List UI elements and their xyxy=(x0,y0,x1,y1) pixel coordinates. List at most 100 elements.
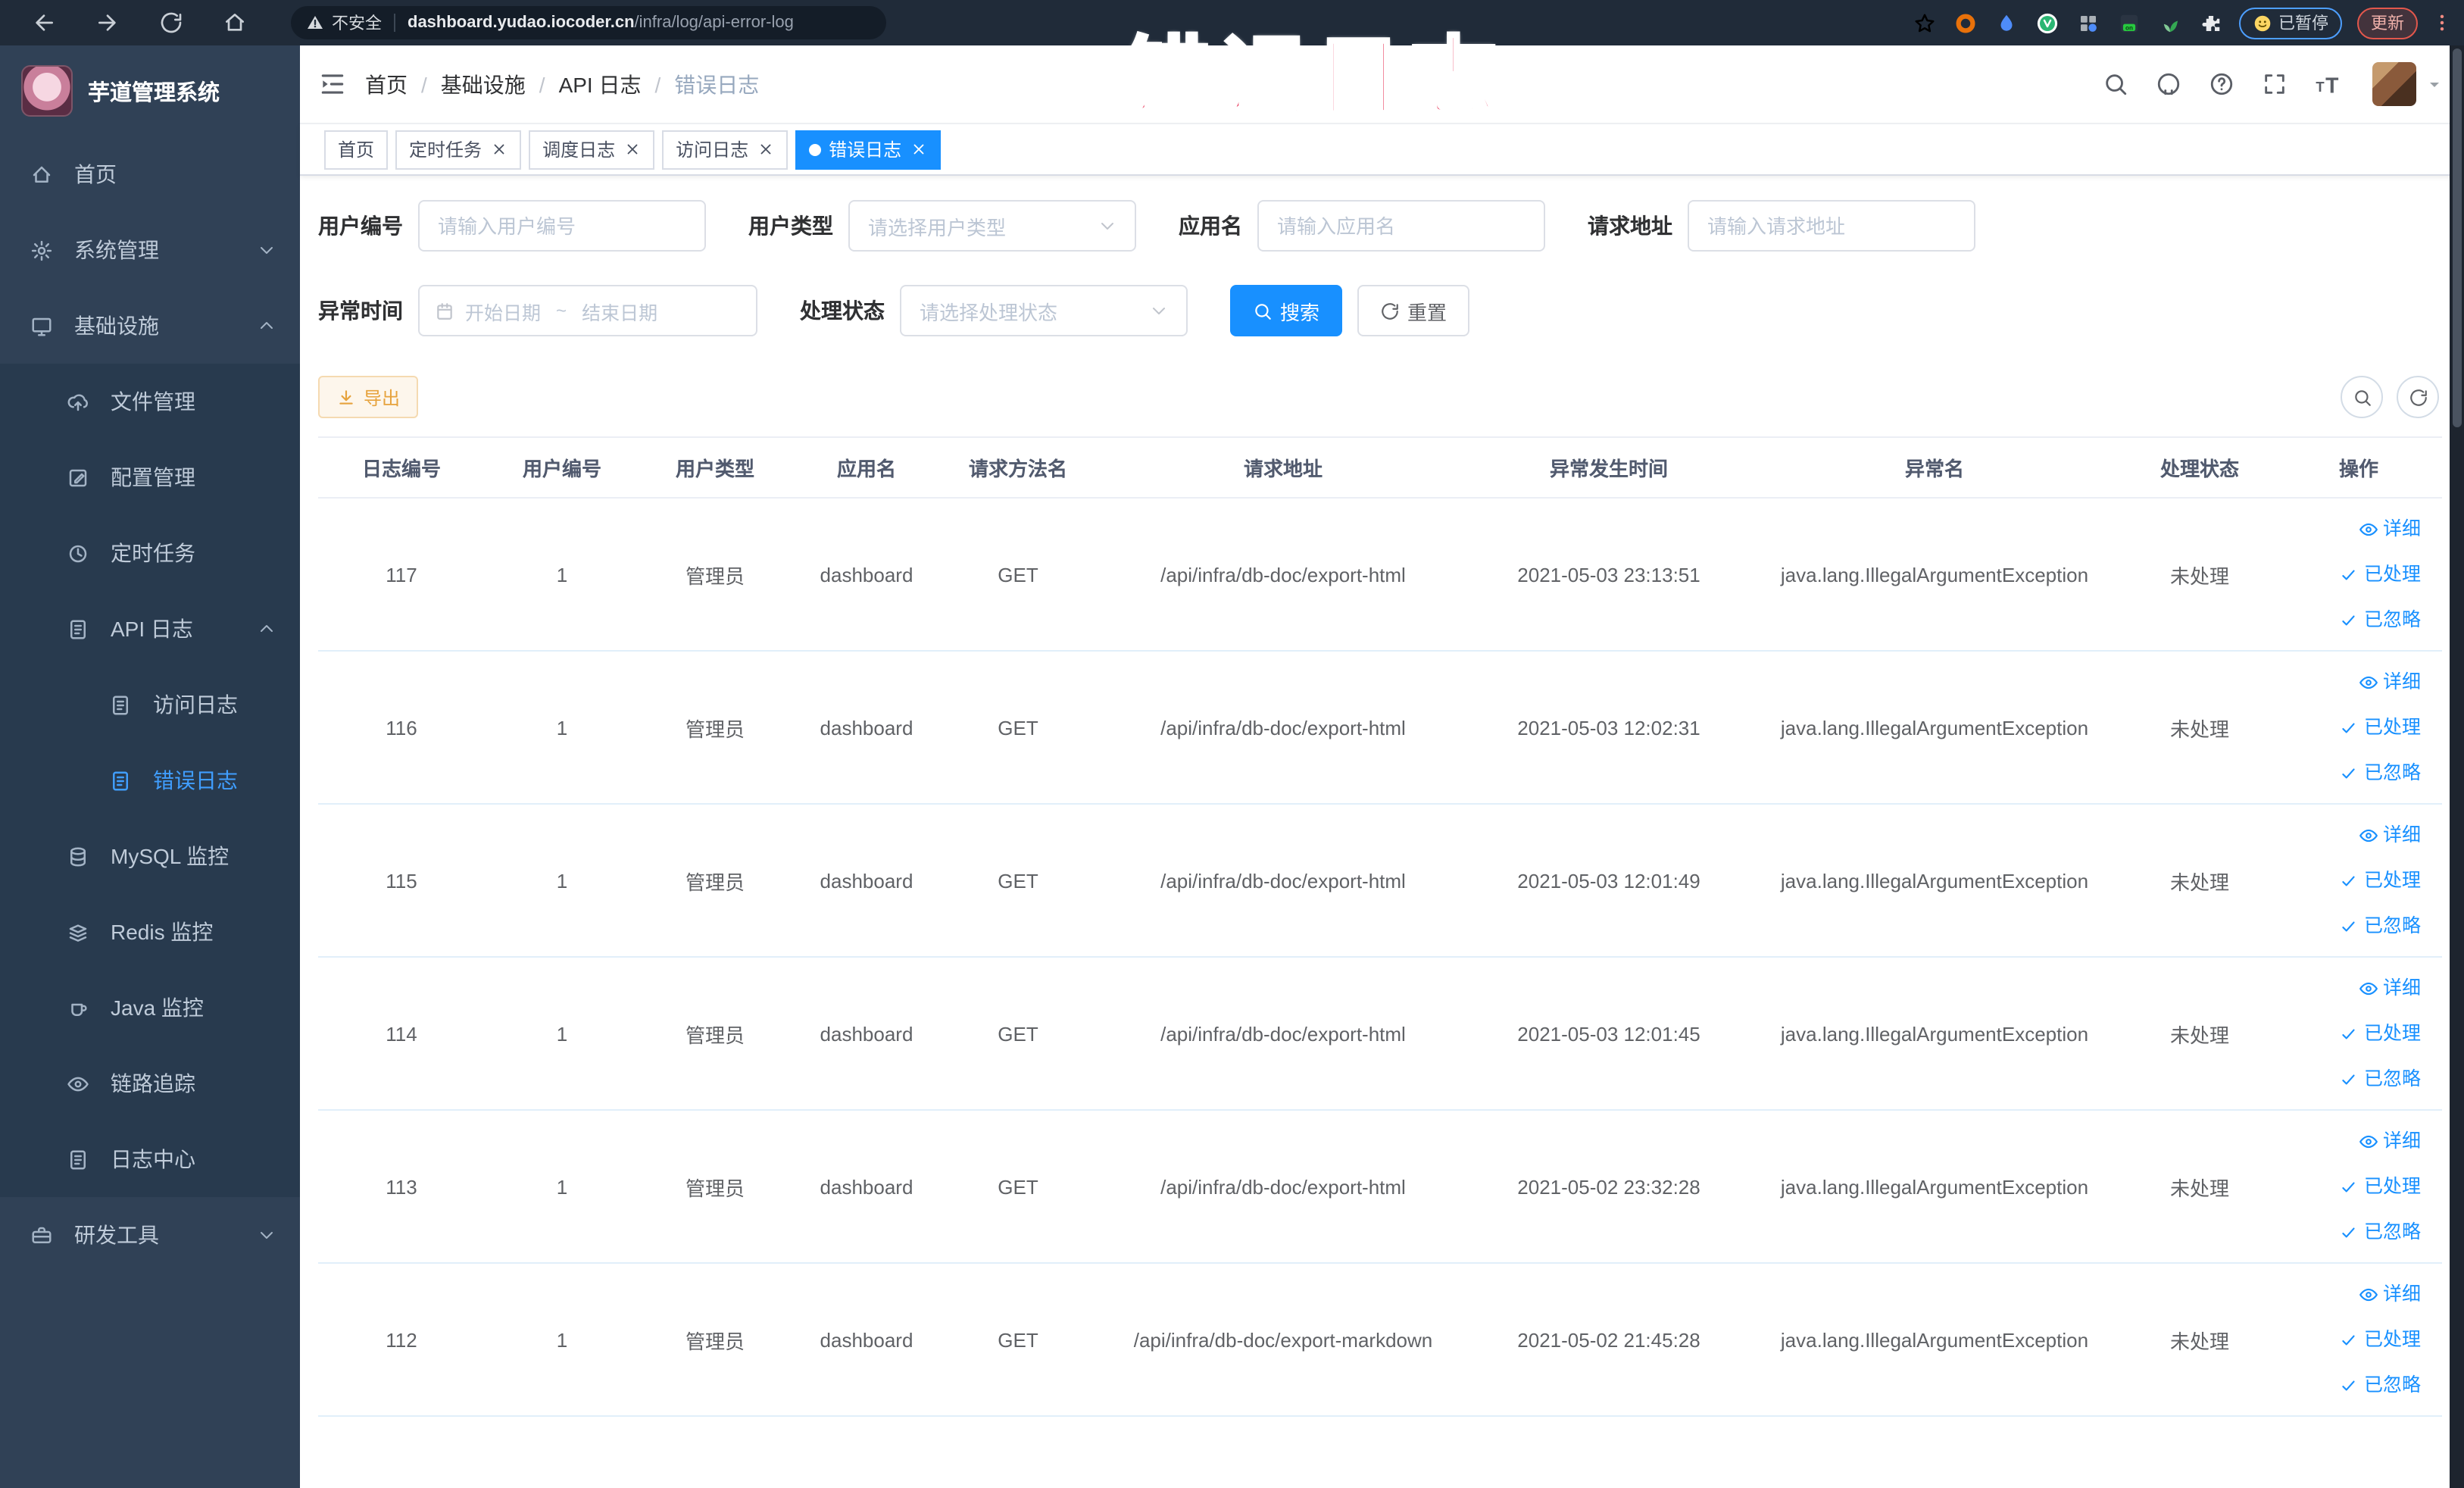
address-bar[interactable]: 不安全 dashboard.yudao.iocoder.cn /infra/lo… xyxy=(291,6,886,39)
extension-grid-icon[interactable] xyxy=(2077,11,2100,34)
action-label: 详细 xyxy=(2382,977,2421,999)
extension-blue-drop-icon[interactable] xyxy=(1995,11,2018,34)
breadcrumb-item[interactable]: 首页 xyxy=(365,69,408,99)
browser-menu-icon[interactable] xyxy=(2431,11,2453,35)
browser-back-button[interactable] xyxy=(32,11,56,35)
close-icon[interactable] xyxy=(624,141,641,158)
fullscreen-icon[interactable] xyxy=(2262,71,2288,97)
sidebar-item-Redis-监控[interactable]: Redis 监控 xyxy=(0,894,300,970)
action-ignored-link[interactable]: 已忽略 xyxy=(2275,1362,2421,1408)
sidebar-item-配置管理[interactable]: 配置管理 xyxy=(0,439,300,515)
breadcrumb-item[interactable]: API 日志 xyxy=(559,69,642,99)
sidebar-item-系统管理[interactable]: 系统管理 xyxy=(0,212,300,288)
header-search-icon[interactable] xyxy=(2103,71,2128,97)
page-scrollbar[interactable] xyxy=(2450,45,2464,1488)
sidebar-logo[interactable]: 芋道管理系统 xyxy=(0,45,300,136)
close-icon[interactable] xyxy=(491,141,507,158)
sidebar-toggle-icon[interactable] xyxy=(318,70,347,98)
not-secure-icon xyxy=(306,14,324,32)
tab-定时任务[interactable]: 定时任务 xyxy=(395,130,522,169)
filter-input-用户编号[interactable] xyxy=(418,200,706,252)
action-detail-link[interactable]: 详细 xyxy=(2275,659,2421,705)
action-processed-link[interactable]: 已处理 xyxy=(2275,552,2421,597)
action-detail-link[interactable]: 详细 xyxy=(2275,812,2421,858)
sidebar-item-日志中心[interactable]: 日志中心 xyxy=(0,1121,300,1197)
cell-status: 未处理 xyxy=(2124,651,2275,805)
action-ignored-link[interactable]: 已忽略 xyxy=(2275,1209,2421,1255)
action-ignored-link[interactable]: 已忽略 xyxy=(2275,903,2421,949)
cell-user_id: 1 xyxy=(485,651,639,805)
action-ignored-link[interactable]: 已忽略 xyxy=(2275,1056,2421,1102)
action-processed-link[interactable]: 已处理 xyxy=(2275,1164,2421,1209)
search-button[interactable]: 搜索 xyxy=(1230,285,1343,336)
action-detail-link[interactable]: 详细 xyxy=(2275,1271,2421,1317)
sidebar-item-Java-监控[interactable]: Java 监控 xyxy=(0,970,300,1046)
sidebar-item-label: Java 监控 xyxy=(111,996,204,1020)
browser-reload-button[interactable] xyxy=(159,11,183,35)
extension-leaf-icon[interactable] xyxy=(2159,11,2181,34)
bookmark-star-icon[interactable] xyxy=(1913,11,1936,34)
paused-badge[interactable]: 已暂停 xyxy=(2239,7,2342,39)
tab-错误日志[interactable]: 错误日志 xyxy=(795,130,942,169)
filter-select-用户类型[interactable]: 请选择用户类型 xyxy=(848,200,1136,252)
sidebar-item-错误日志[interactable]: 错误日志 xyxy=(0,742,300,818)
extension-vue-icon[interactable] xyxy=(2036,11,2059,34)
extension-on-badge-icon[interactable]: on xyxy=(2118,11,2141,34)
action-detail-link[interactable]: 详细 xyxy=(2275,965,2421,1011)
cell-id: 114 xyxy=(318,957,485,1111)
github-icon[interactable] xyxy=(2156,71,2181,97)
check-icon xyxy=(2340,610,2359,630)
log-icon xyxy=(67,617,89,640)
action-processed-link[interactable]: 已处理 xyxy=(2275,705,2421,750)
scrollbar-thumb[interactable] xyxy=(2453,48,2462,427)
sidebar-item-API-日志[interactable]: API 日志 xyxy=(0,591,300,667)
browser-home-button[interactable] xyxy=(223,11,247,35)
sidebar-item-文件管理[interactable]: 文件管理 xyxy=(0,364,300,439)
font-size-icon[interactable]: TT xyxy=(2315,71,2341,97)
breadcrumb-separator: / xyxy=(539,72,545,96)
url-host: dashboard.yudao.iocoder.cn xyxy=(408,14,635,32)
action-detail-link[interactable]: 详细 xyxy=(2275,1118,2421,1164)
sidebar-item-定时任务[interactable]: 定时任务 xyxy=(0,515,300,591)
filter-input-请求地址[interactable] xyxy=(1688,200,1975,252)
check-icon xyxy=(2340,1177,2359,1196)
export-button[interactable]: 导出 xyxy=(318,376,419,418)
refresh-table-button[interactable] xyxy=(2397,376,2439,418)
home-icon xyxy=(30,163,53,186)
column-header: 用户编号 xyxy=(485,437,639,499)
browser-forward-button[interactable] xyxy=(95,11,120,35)
tags-view-bar: 首页 定时任务 调度日志 访问日志 错误日志 xyxy=(300,124,2464,176)
action-processed-link[interactable]: 已处理 xyxy=(2275,858,2421,903)
sidebar-item-MySQL-监控[interactable]: MySQL 监控 xyxy=(0,818,300,894)
sidebar-item-基础设施[interactable]: 基础设施 xyxy=(0,288,300,364)
sidebar-item-访问日志[interactable]: 访问日志 xyxy=(0,667,300,742)
filter-select-处理状态[interactable]: 请选择处理状态 xyxy=(900,285,1188,336)
date-range-picker[interactable]: 开始日期 ~ 结束日期 xyxy=(418,285,757,336)
extension-orange-icon[interactable] xyxy=(1954,11,1977,34)
action-processed-link[interactable]: 已处理 xyxy=(2275,1317,2421,1362)
user-menu-caret-icon[interactable] xyxy=(2425,75,2444,93)
tab-调度日志[interactable]: 调度日志 xyxy=(529,130,655,169)
close-icon[interactable] xyxy=(757,141,774,158)
tab-首页[interactable]: 首页 xyxy=(324,130,389,169)
sidebar-item-首页[interactable]: 首页 xyxy=(0,136,300,212)
tab-访问日志[interactable]: 访问日志 xyxy=(662,130,789,169)
redis-icon xyxy=(67,921,89,943)
reset-button[interactable]: 重置 xyxy=(1357,285,1470,336)
table-row: 116 1 管理员 dashboard GET/api/infra/db-doc/exp… xyxy=(318,651,2442,805)
action-ignored-link[interactable]: 已忽略 xyxy=(2275,750,2421,796)
cell-status: 未处理 xyxy=(2124,1110,2275,1264)
filter-input-应用名[interactable] xyxy=(1257,200,1545,252)
extensions-puzzle-icon[interactable] xyxy=(2200,11,2222,34)
update-badge[interactable]: 更新 xyxy=(2357,7,2418,39)
sidebar-item-链路追踪[interactable]: 链路追踪 xyxy=(0,1046,300,1121)
close-icon[interactable] xyxy=(910,141,927,158)
action-detail-link[interactable]: 详细 xyxy=(2275,506,2421,552)
user-avatar[interactable] xyxy=(2372,62,2416,106)
sidebar-item-研发工具[interactable]: 研发工具 xyxy=(0,1197,300,1273)
help-icon[interactable] xyxy=(2209,71,2234,97)
breadcrumb-item[interactable]: 基础设施 xyxy=(441,69,526,99)
action-processed-link[interactable]: 已处理 xyxy=(2275,1011,2421,1056)
action-ignored-link[interactable]: 已忽略 xyxy=(2275,597,2421,642)
toggle-search-button[interactable] xyxy=(2341,376,2383,418)
